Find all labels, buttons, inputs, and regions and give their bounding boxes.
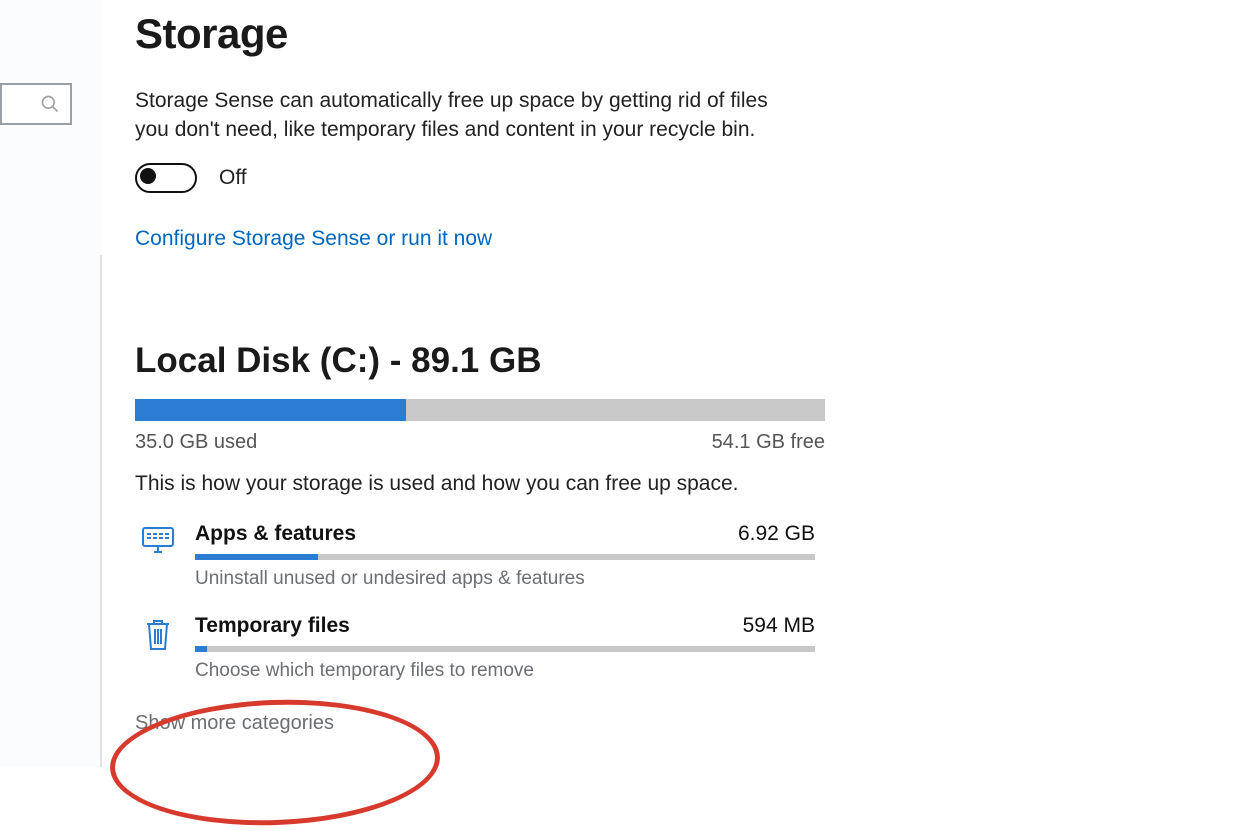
category-header: Temporary files 594 MB <box>195 614 815 638</box>
monitor-keyboard-icon <box>135 522 181 556</box>
category-size: 6.92 GB <box>738 522 815 546</box>
disk-used-label: 35.0 GB used <box>135 431 257 454</box>
page-title: Storage <box>135 10 825 58</box>
configure-storage-sense-link[interactable]: Configure Storage Sense or run it now <box>135 227 825 251</box>
category-header: Apps & features 6.92 GB <box>195 522 815 546</box>
category-body: Temporary files 594 MB Choose which temp… <box>181 614 815 682</box>
disk-usage-fill <box>135 399 406 421</box>
category-bar-fill <box>195 646 207 652</box>
category-bar-fill <box>195 554 318 560</box>
search-input[interactable] <box>0 83 72 125</box>
category-subtitle: Choose which temporary files to remove <box>195 660 815 682</box>
category-subtitle: Uninstall unused or undesired apps & fea… <box>195 568 815 590</box>
disk-header: Local Disk (C:) - 89.1 GB <box>135 341 825 381</box>
storage-sense-toggle-row: Off <box>135 163 825 193</box>
sidebar-border-mask <box>100 0 102 255</box>
storage-sense-toggle[interactable] <box>135 163 197 193</box>
main-content: Storage Storage Sense can automatically … <box>135 0 1245 735</box>
category-bar <box>195 554 815 560</box>
category-size: 594 MB <box>743 614 815 638</box>
category-title: Temporary files <box>195 614 350 638</box>
storage-sense-description: Storage Sense can automatically free up … <box>135 86 795 145</box>
disk-free-label: 54.1 GB free <box>712 431 825 454</box>
show-more-categories-link[interactable]: Show more categories <box>135 712 334 735</box>
toggle-knob <box>140 168 156 184</box>
search-icon <box>40 94 60 114</box>
category-title: Apps & features <box>195 522 356 546</box>
category-body: Apps & features 6.92 GB Uninstall unused… <box>181 522 815 590</box>
category-bar <box>195 646 815 652</box>
sidebar <box>0 0 102 767</box>
disk-usage-bar <box>135 399 825 421</box>
disk-meta: 35.0 GB used 54.1 GB free <box>135 431 825 454</box>
category-apps-and-features[interactable]: Apps & features 6.92 GB Uninstall unused… <box>135 522 815 590</box>
trash-icon <box>135 614 181 652</box>
toggle-state-label: Off <box>219 166 247 190</box>
disk-hint: This is how your storage is used and how… <box>135 472 825 496</box>
category-temporary-files[interactable]: Temporary files 594 MB Choose which temp… <box>135 614 815 682</box>
